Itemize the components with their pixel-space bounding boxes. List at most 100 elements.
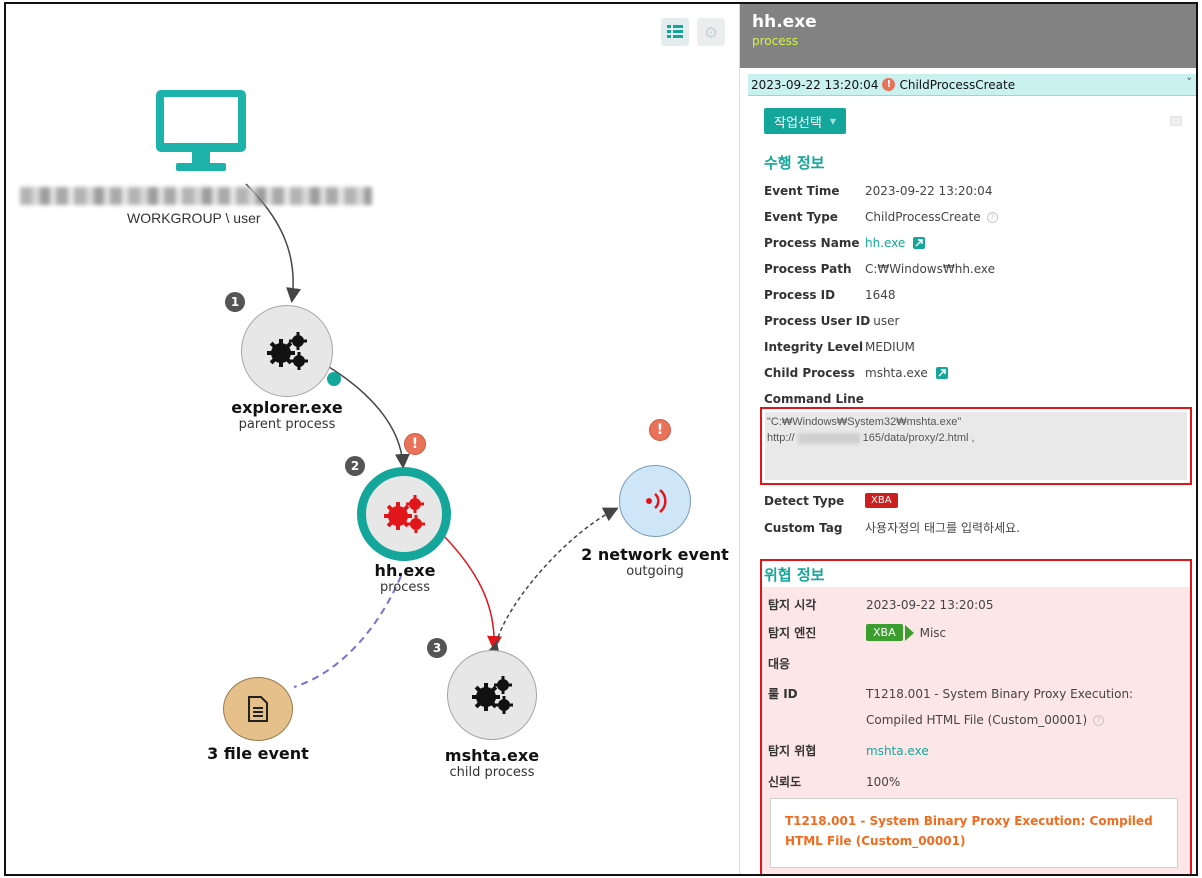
field-value: Misc	[919, 625, 947, 640]
monitor-icon	[156, 90, 246, 171]
threat-info-box: 위협 정보 탐지 시각 2023-09-22 13:20:05 탐지 엔진 XB…	[760, 559, 1192, 874]
field-key: 탐지 위협	[768, 744, 817, 758]
alert-icon[interactable]: !	[404, 433, 426, 455]
panel-title: hh.exe	[752, 12, 817, 32]
field-value: 2023-09-22 13:20:05	[866, 597, 994, 612]
process-graph: ⚙ WORKGROUP \ user 1 explorer.exe parent…	[6, 4, 736, 874]
node-title: 3 file event	[207, 744, 309, 763]
event-time: 2023-09-22 13:20:04	[751, 77, 879, 92]
field-value: ChildProcessCreate	[865, 210, 981, 224]
field-key: Integrity Level	[764, 340, 864, 354]
mshta-label: mshta.exe child process	[382, 746, 602, 780]
node-index-badge: 1	[225, 292, 245, 312]
command-line-box: "C:₩Windows₩System32₩mshta.exe" http:// …	[760, 407, 1192, 485]
field-value: mshta.exe	[865, 366, 928, 380]
field-user-id: Process User ID user	[764, 314, 899, 328]
app-frame: ⚙ WORKGROUP \ user 1 explorer.exe parent…	[4, 2, 1198, 876]
export-icon[interactable]	[1170, 116, 1182, 126]
action-label: 작업선택	[774, 115, 822, 131]
threat-target-link[interactable]: mshta.exe	[866, 744, 929, 758]
network-node[interactable]	[619, 465, 691, 537]
alert-icon[interactable]: !	[649, 419, 671, 441]
field-key: 룰 ID	[768, 687, 798, 701]
field-value: 2023-09-22 13:20:04	[865, 184, 993, 198]
gears-icon	[472, 676, 513, 714]
host-node[interactable]	[154, 88, 248, 181]
custom-tag-input[interactable]: 사용자정의 태그를 입력하세요.	[865, 519, 1020, 536]
panel-header: hh.exe process	[740, 4, 1196, 68]
process-name-link[interactable]: hh.exe	[865, 236, 905, 250]
list-icon	[667, 25, 683, 38]
hh-label: hh.exe process	[295, 561, 515, 595]
threat-rule-id-cont: Compiled HTML File (Custom_00001) ?	[866, 713, 1105, 727]
field-key: Process Path	[764, 262, 852, 276]
redacted-ip	[797, 432, 860, 444]
action-select-button[interactable]: 작업선택 ▼	[764, 108, 846, 134]
threat-engine: 탐지 엔진 XBA Misc	[768, 624, 946, 641]
field-detect-type: Detect Type XBA	[764, 493, 898, 508]
chevron-down-icon: ˅	[1186, 76, 1193, 89]
help-icon[interactable]: ?	[1093, 714, 1105, 726]
field-key: Event Type	[764, 210, 838, 224]
field-command-line: Command Line	[764, 392, 865, 406]
warning-icon: !	[882, 78, 896, 91]
field-key: Process ID	[764, 288, 836, 302]
list-view-button[interactable]	[661, 18, 689, 46]
command-line-text[interactable]: "C:₩Windows₩System32₩mshta.exe" http:// …	[765, 412, 1187, 480]
field-value: T1218.001 - System Binary Proxy Executio…	[866, 686, 1134, 701]
field-key: Process Name	[764, 236, 860, 250]
field-event-time: Event Time 2023-09-22 13:20:04	[764, 184, 992, 198]
field-integrity-level: Integrity Level MEDIUM	[764, 340, 915, 354]
threat-title: 위협 정보	[764, 566, 825, 584]
hh-node[interactable]	[357, 467, 451, 561]
file-node[interactable]	[223, 677, 293, 741]
field-key: 탐지 시각	[768, 598, 817, 612]
field-key: Event Time	[764, 184, 840, 198]
host-user-label: WORKGROUP \ user	[127, 210, 261, 226]
field-custom-tag: Custom Tag 사용자정의 태그를 입력하세요.	[764, 519, 1020, 536]
field-process-path: Process Path C:₩Windows₩hh.exe	[764, 262, 995, 276]
play-arrow-icon	[904, 624, 914, 641]
field-value: user	[873, 314, 900, 328]
detect-type-tag: XBA	[865, 493, 898, 508]
settings-button[interactable]: ⚙	[697, 18, 725, 46]
explorer-node[interactable]	[241, 305, 333, 397]
threat-target: 탐지 위협 mshta.exe	[768, 742, 929, 759]
field-process-id: Process ID 1648	[764, 288, 896, 302]
field-value: 100%	[866, 774, 901, 789]
threat-header: 위협 정보	[762, 561, 1190, 587]
help-icon[interactable]: ?	[986, 211, 998, 223]
gear-icon: ⚙	[703, 22, 719, 42]
file-label: 3 file event	[148, 744, 368, 763]
field-child-process: Child Process mshta.exe	[764, 366, 948, 380]
external-link-icon[interactable]	[913, 237, 926, 249]
threat-confidence: 신뢰도 100%	[768, 773, 900, 790]
field-event-type: Event Type ChildProcessCreate ?	[764, 210, 998, 224]
detail-panel: hh.exe process 2023-09-22 13:20:04 ! Chi…	[739, 4, 1196, 874]
event-select[interactable]: 2023-09-22 13:20:04 ! ChildProcessCreate…	[748, 74, 1196, 96]
threat-response: 대응	[768, 655, 866, 672]
command-line-1: "C:₩Windows₩System32₩mshta.exe"	[767, 416, 962, 428]
field-process-name: Process Name hh.exe	[764, 236, 926, 250]
node-title: mshta.exe	[444, 746, 540, 765]
network-label: 2 network event outgoing	[545, 545, 765, 579]
mshta-node[interactable]	[447, 650, 537, 740]
node-subtitle: parent process	[238, 417, 336, 432]
field-key: Custom Tag	[764, 520, 843, 535]
exec-info-title: 수행 정보	[764, 154, 825, 172]
node-title: explorer.exe	[231, 398, 343, 417]
document-icon	[248, 696, 268, 722]
wifi-signal-icon	[646, 489, 667, 513]
host-name-redacted	[20, 187, 372, 205]
external-link-icon[interactable]	[935, 367, 948, 379]
field-key: 신뢰도	[768, 775, 802, 789]
engine-tag: XBA	[866, 624, 903, 641]
threat-detect-time: 탐지 시각 2023-09-22 13:20:05	[768, 596, 993, 613]
gears-icon	[384, 495, 425, 533]
command-line-url-suffix: 165/data/proxy/2.html ,	[862, 432, 975, 444]
command-line-2: http:// 165/data/proxy/2.html ,	[767, 430, 1185, 446]
expand-dot[interactable]	[327, 372, 341, 386]
gears-icon	[267, 332, 308, 370]
node-title: 2 network event	[581, 545, 729, 564]
event-type: ChildProcessCreate	[899, 77, 1016, 92]
